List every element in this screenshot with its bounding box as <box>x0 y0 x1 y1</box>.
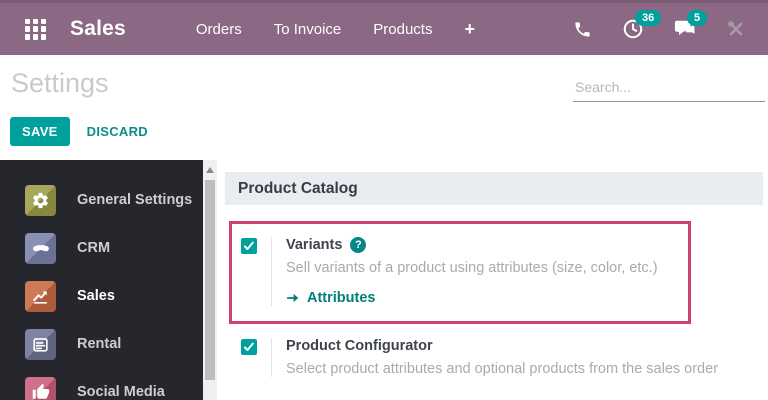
sidebar-item-crm[interactable]: CRM <box>0 224 203 272</box>
attributes-link[interactable]: Attributes <box>286 290 678 306</box>
vertical-scrollbar[interactable] <box>203 160 217 400</box>
sidebar-label: Sales <box>77 288 115 304</box>
help-icon[interactable]: ? <box>350 237 366 253</box>
menu-orders[interactable]: Orders <box>196 21 242 38</box>
settings-page: Sales Orders To Invoice Products + 36 5 <box>0 0 768 400</box>
tools-icon[interactable] <box>726 19 746 39</box>
search-box <box>573 75 765 102</box>
sidebar-item-rental[interactable]: Rental <box>0 320 203 368</box>
thumbs-up-icon <box>25 377 56 400</box>
sidebar-item-general-settings[interactable]: General Settings <box>0 176 203 224</box>
scrollbar-up-arrow[interactable] <box>206 167 214 173</box>
variants-label: Variants <box>286 237 342 253</box>
activities-clock-icon[interactable]: 36 <box>622 18 644 40</box>
app-name[interactable]: Sales <box>70 17 126 41</box>
messages-chat-icon[interactable]: 5 <box>674 18 696 40</box>
product-configurator-checkbox[interactable] <box>241 339 257 355</box>
sidebar-item-social-media[interactable]: Social Media <box>0 368 203 400</box>
search-input[interactable] <box>573 75 765 102</box>
chart-icon <box>25 281 56 312</box>
menu-to-invoice[interactable]: To Invoice <box>274 21 342 38</box>
variants-checkbox[interactable] <box>241 238 257 254</box>
product-configurator-description: Select product attributes and optional p… <box>286 361 768 377</box>
sidebar-label: Social Media <box>77 384 165 400</box>
sidebar-label: Rental <box>77 336 121 352</box>
plus-icon[interactable]: + <box>464 19 475 40</box>
handshake-icon <box>25 233 56 264</box>
sidebar-label: General Settings <box>77 192 192 208</box>
page-title: Settings <box>11 68 109 99</box>
settings-sidebar: General Settings CRM Sales Rental <box>0 160 203 400</box>
phone-icon[interactable] <box>573 20 592 39</box>
systray: 36 5 <box>573 18 746 40</box>
variants-setting-highlight: Variants ? Sell variants of a product us… <box>229 221 691 324</box>
section-header-product-catalog: Product Catalog <box>225 172 763 205</box>
control-panel: Settings SAVE DISCARD <box>0 55 768 160</box>
top-menu: Orders To Invoice Products + <box>196 19 475 40</box>
setting-variants: Variants ? Sell variants of a product us… <box>241 237 678 306</box>
arrow-right-icon <box>286 291 300 305</box>
gear-icon <box>25 185 56 216</box>
action-buttons: SAVE DISCARD <box>10 117 148 146</box>
activities-badge: 36 <box>635 10 661 26</box>
discard-button[interactable]: DISCARD <box>87 124 148 139</box>
apps-menu-icon[interactable] <box>25 19 46 40</box>
messages-badge: 5 <box>687 10 707 26</box>
variants-description: Sell variants of a product using attribu… <box>286 260 678 276</box>
top-navbar: Sales Orders To Invoice Products + 36 5 <box>0 0 768 55</box>
sidebar-label: CRM <box>77 240 110 256</box>
schedule-icon <box>25 329 56 360</box>
sidebar-item-sales[interactable]: Sales <box>0 272 203 320</box>
product-configurator-label: Product Configurator <box>286 338 433 354</box>
scrollbar-thumb[interactable] <box>205 180 215 380</box>
save-button[interactable]: SAVE <box>10 117 70 146</box>
setting-product-configurator: Product Configurator Select product attr… <box>241 338 768 377</box>
settings-content: Product Catalog Variants ? Sell vari <box>217 160 768 400</box>
menu-products[interactable]: Products <box>373 21 432 38</box>
